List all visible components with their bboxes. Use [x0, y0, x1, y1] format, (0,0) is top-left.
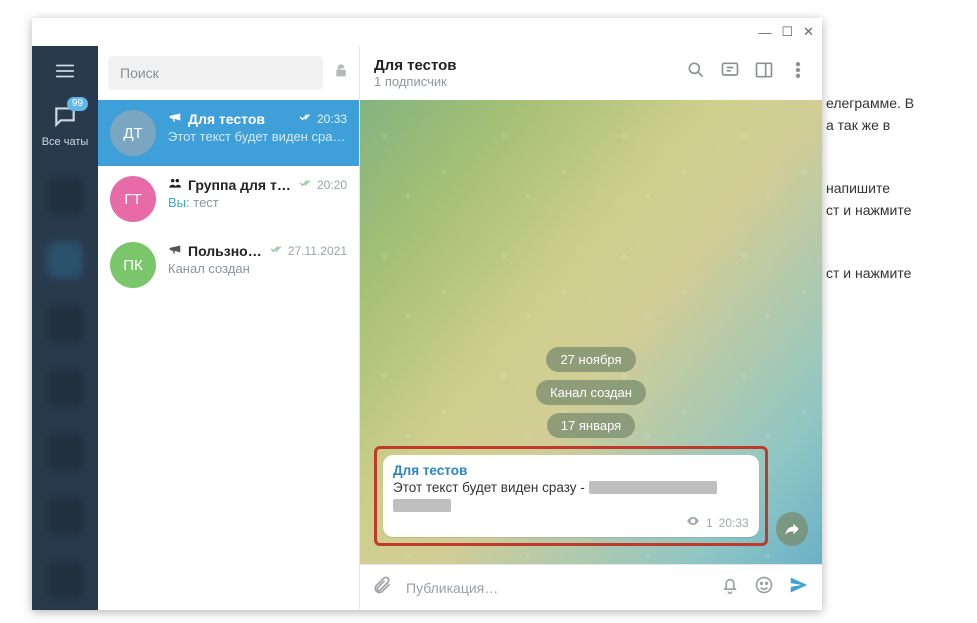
telegram-window: — ☐ ✕ 99 Все чаты — [32, 18, 822, 610]
message-bubble[interactable]: Для тестов Этот текст будет виден сразу … — [383, 455, 759, 537]
chat-item[interactable]: ГТ Группа для те… 20:20 Вы: тест — [98, 166, 359, 232]
window-titlebar: — ☐ ✕ — [32, 18, 822, 46]
messages-area[interactable]: 27 ноября Канал создан 17 января Для тес… — [360, 100, 822, 564]
composer-input[interactable]: Публикация… — [406, 580, 706, 596]
search-placeholder: Поиск — [120, 65, 159, 81]
avatar: ГТ — [110, 176, 156, 222]
group-icon — [168, 176, 182, 193]
chat-subtitle: 1 подписчик — [374, 74, 672, 89]
avatar: ДТ — [110, 110, 156, 156]
all-chats-label: Все чаты — [42, 136, 89, 148]
send-button[interactable] — [788, 574, 810, 601]
chat-title[interactable]: Для тестов — [374, 57, 672, 74]
chat-list: Поиск ДТ Для тестов 20:33 Этот текст буд… — [98, 46, 360, 610]
conversation-pane: Для тестов 1 подписчик 27 ноября Канал с… — [360, 46, 822, 610]
chat-preview: Вы: тест — [168, 195, 347, 210]
read-checks-icon — [270, 242, 284, 259]
chat-item-selected[interactable]: ДТ Для тестов 20:33 Этот текст будет вид… — [98, 100, 359, 166]
highlighted-message: Для тестов Этот текст будет виден сразу … — [374, 446, 768, 546]
chat-item[interactable]: ПК Пользно… 27.11.2021 Канал создан — [98, 232, 359, 298]
channel-icon — [168, 242, 182, 259]
message-views: 1 — [706, 516, 713, 530]
background-article: елеграмме. Ва так же в напишитест и нажм… — [826, 92, 966, 324]
window-close-button[interactable]: ✕ — [803, 24, 814, 40]
menu-button[interactable] — [54, 60, 76, 85]
all-chats-folder[interactable]: 99 Все чаты — [42, 103, 89, 148]
chat-preview: Этот текст будет виден сраз… — [168, 129, 347, 144]
channel-icon — [168, 110, 182, 127]
chat-name: Пользно… — [188, 243, 264, 259]
date-divider: 17 января — [547, 413, 635, 438]
side-panel-button[interactable] — [754, 60, 774, 85]
views-icon — [686, 514, 700, 531]
chat-name: Группа для те… — [188, 177, 293, 193]
more-menu-button[interactable] — [788, 60, 808, 85]
hidden-text-block — [393, 499, 451, 512]
chat-name: Для тестов — [188, 111, 293, 127]
chat-preview: Канал создан — [168, 261, 347, 276]
notifications-button[interactable] — [720, 575, 740, 600]
message-time: 20:33 — [719, 516, 749, 530]
unread-badge: 99 — [67, 97, 88, 111]
folders-sidebar: 99 Все чаты — [32, 46, 98, 610]
chat-header: Для тестов 1 подписчик — [360, 46, 822, 100]
blurred-folders — [47, 178, 83, 598]
message-composer: Публикация… — [360, 564, 822, 610]
read-checks-icon — [299, 176, 313, 193]
message-sender: Для тестов — [393, 463, 749, 478]
message-text: Этот текст будет виден сразу - — [393, 480, 749, 512]
window-maximize-button[interactable]: ☐ — [781, 24, 793, 40]
read-checks-icon — [299, 110, 313, 127]
comments-button[interactable] — [720, 60, 740, 85]
share-button[interactable] — [776, 512, 808, 546]
emoji-button[interactable] — [754, 575, 774, 600]
search-input[interactable]: Поиск — [108, 56, 323, 90]
search-in-chat-button[interactable] — [686, 60, 706, 85]
avatar: ПК — [110, 242, 156, 288]
date-divider: 27 ноября — [546, 347, 635, 372]
lock-icon[interactable] — [333, 63, 349, 84]
attach-button[interactable] — [372, 575, 392, 600]
hidden-text-block — [589, 481, 717, 494]
window-minimize-button[interactable]: — — [758, 25, 771, 40]
service-message: Канал создан — [536, 380, 646, 405]
